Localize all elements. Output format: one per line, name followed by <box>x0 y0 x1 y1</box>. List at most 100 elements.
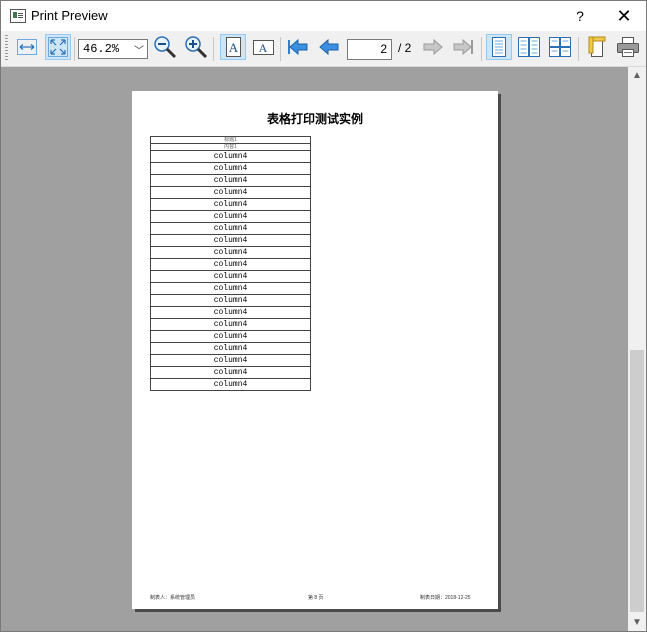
fit-width-icon <box>17 39 37 55</box>
table-cell: column4 <box>150 234 311 247</box>
table-header-cell: 标题1 <box>150 136 311 144</box>
table-header-row: 内容1 <box>150 143 311 151</box>
portrait-icon: A <box>226 37 241 57</box>
toolbar-grip[interactable] <box>5 35 8 62</box>
current-page-value: 2 <box>380 42 387 56</box>
portrait-button[interactable]: A <box>220 34 246 60</box>
table-row: column4 <box>150 330 311 343</box>
printer-icon <box>617 37 639 57</box>
table-cell: column4 <box>150 306 311 319</box>
table-cell: column4 <box>150 366 311 379</box>
table-row: column4 <box>150 282 311 295</box>
last-page-icon <box>453 38 473 56</box>
scroll-down-arrow-icon[interactable]: ▼ <box>628 614 646 631</box>
toolbar: 46.2% ﹀ A A 2 / 2 <box>1 31 646 67</box>
vertical-scrollbar[interactable]: ▲ ▼ <box>628 67 646 631</box>
fit-page-icon <box>48 37 68 57</box>
print-button[interactable] <box>615 34 641 60</box>
table-row: column4 <box>150 306 311 319</box>
table-row: column4 <box>150 222 311 235</box>
table-row: column4 <box>150 294 311 307</box>
page-setup-icon <box>588 36 606 57</box>
print-preview-app-icon <box>10 9 26 23</box>
page-setup-button[interactable] <box>584 34 610 60</box>
table-row: column4 <box>150 210 311 223</box>
table-row: column4 <box>150 246 311 259</box>
zoom-value: 46.2% <box>83 42 120 56</box>
footer-preparer: 制表人：系统管理员 <box>150 595 196 601</box>
table-row: column4 <box>150 186 311 199</box>
close-button[interactable]: ✕ <box>605 3 643 29</box>
toolbar-separator <box>213 37 214 61</box>
toolbar-separator <box>578 37 579 61</box>
table-cell: column4 <box>150 282 311 295</box>
table-cell: column4 <box>150 162 311 175</box>
single-page-button[interactable] <box>486 34 512 60</box>
page-total: / 2 <box>398 41 412 55</box>
footer-page-number: 第 8 页 <box>308 595 324 601</box>
facing-pages-button[interactable] <box>516 34 542 60</box>
landscape-icon: A <box>253 40 274 55</box>
scrollbar-thumb[interactable] <box>630 350 644 612</box>
table-cell: column4 <box>150 378 311 391</box>
preview-viewport[interactable]: 表格打印测试实例 标题1 内容1 column4 column4 column4 colu… <box>1 67 628 631</box>
fit-page-button[interactable] <box>45 34 71 60</box>
table-header-row: 标题1 <box>150 136 311 144</box>
window-title: Print Preview <box>31 8 108 23</box>
table-cell: column4 <box>150 198 311 211</box>
previous-page-button[interactable] <box>316 34 342 60</box>
print-preview-window: Print Preview ? ✕ 46.2% ﹀ A A 2 / 2 表格打印… <box>0 0 647 632</box>
fit-width-button[interactable] <box>14 34 40 60</box>
table-cell: column4 <box>150 318 311 331</box>
preview-page: 表格打印测试实例 标题1 内容1 column4 column4 column4 colu… <box>132 91 498 609</box>
table-header-cell: 内容1 <box>150 143 311 151</box>
table-row: column4 <box>150 366 311 379</box>
page-title: 表格打印测试实例 <box>266 112 363 126</box>
table-row: column4 <box>150 198 311 211</box>
toolbar-separator <box>280 37 281 61</box>
toolbar-separator <box>481 37 482 61</box>
toolbar-separator <box>74 37 75 61</box>
table-row: column4 <box>150 150 311 163</box>
chevron-down-icon[interactable]: ﹀ <box>134 42 144 57</box>
next-page-icon <box>423 38 443 56</box>
table-cell: column4 <box>150 294 311 307</box>
table-cell: column4 <box>150 222 311 235</box>
table-cell: column4 <box>150 150 311 163</box>
facing-pages-icon <box>518 37 540 57</box>
zoom-out-icon <box>154 36 177 59</box>
table-cell: column4 <box>150 210 311 223</box>
title-bar[interactable]: Print Preview ? ✕ <box>1 1 646 31</box>
overview-icon <box>549 37 571 57</box>
zoom-select[interactable]: 46.2% ﹀ <box>78 39 148 59</box>
footer-date: 制表日期：2018-12-25 <box>420 595 471 601</box>
table-cell: column4 <box>150 258 311 271</box>
single-page-icon <box>492 37 506 57</box>
table-cell: column4 <box>150 342 311 355</box>
table-row: column4 <box>150 342 311 355</box>
table-cell: column4 <box>150 270 311 283</box>
overview-button[interactable] <box>547 34 573 60</box>
table-row: column4 <box>150 234 311 247</box>
table-row: column4 <box>150 162 311 175</box>
table-cell: column4 <box>150 246 311 259</box>
table-row: column4 <box>150 174 311 187</box>
table-cell: column4 <box>150 174 311 187</box>
first-page-icon <box>288 38 308 56</box>
table-row: column4 <box>150 378 311 391</box>
zoom-in-icon <box>185 36 208 59</box>
landscape-button[interactable]: A <box>251 34 277 60</box>
page-number-input[interactable]: 2 <box>347 39 392 60</box>
scroll-up-arrow-icon[interactable]: ▲ <box>628 67 646 84</box>
zoom-in-button[interactable] <box>183 34 209 60</box>
first-page-button[interactable] <box>285 34 311 60</box>
table-row: column4 <box>150 354 311 367</box>
last-page-button[interactable] <box>450 34 476 60</box>
print-table: 标题1 内容1 column4 column4 column4 column4 column… <box>150 136 311 391</box>
zoom-out-button[interactable] <box>152 34 178 60</box>
table-row: column4 <box>150 318 311 331</box>
previous-page-icon <box>319 38 339 56</box>
svg-text:A: A <box>259 41 268 55</box>
help-button[interactable]: ? <box>567 3 593 29</box>
next-page-button[interactable] <box>420 34 446 60</box>
